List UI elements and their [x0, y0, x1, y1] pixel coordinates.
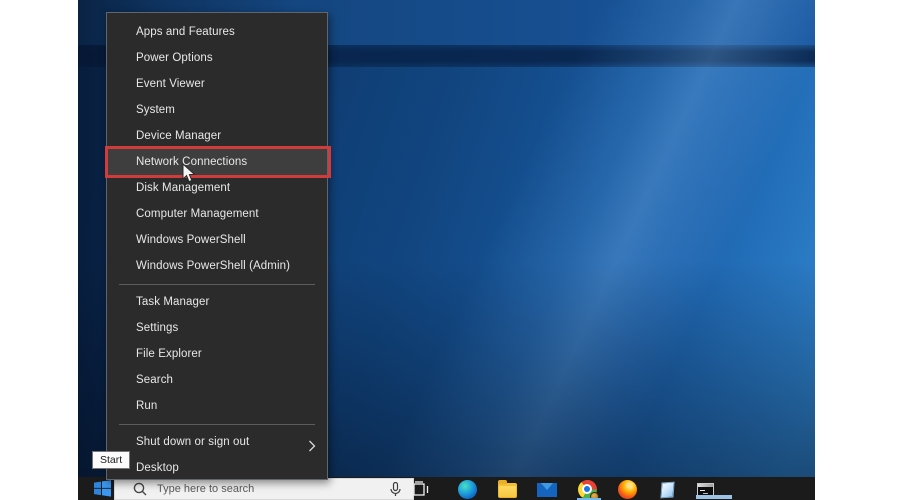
mail-button[interactable]	[537, 479, 557, 499]
menu-item-device-manager[interactable]: Device Manager	[107, 123, 327, 149]
menu-item-disk-management[interactable]: Disk Management	[107, 175, 327, 201]
mail-icon	[537, 483, 557, 497]
screen: Start Apps and Features Power Options Ev…	[0, 0, 900, 500]
menu-item-windows-powershell[interactable]: Windows PowerShell	[107, 227, 327, 253]
menu-item-computer-management[interactable]: Computer Management	[107, 201, 327, 227]
menu-item-shut-down-or-sign-out[interactable]: Shut down or sign out	[107, 429, 327, 455]
notepad-button[interactable]	[657, 479, 677, 499]
file-explorer-button[interactable]	[497, 479, 517, 499]
menu-item-windows-powershell-admin[interactable]: Windows PowerShell (Admin)	[107, 253, 327, 279]
task-view-button[interactable]	[409, 479, 429, 499]
edge-icon	[457, 479, 477, 499]
windows-logo-icon	[93, 480, 111, 497]
menu-item-desktop[interactable]: Desktop	[107, 455, 327, 481]
microphone-icon[interactable]	[390, 481, 401, 497]
menu-item-network-connections[interactable]: Network Connections	[107, 149, 327, 175]
menu-item-system[interactable]: System	[107, 97, 327, 123]
start-tooltip: Start	[92, 451, 131, 469]
menu-item-apps-and-features[interactable]: Apps and Features	[107, 19, 327, 45]
menu-item-power-options[interactable]: Power Options	[107, 45, 327, 71]
start-button[interactable]	[90, 479, 114, 498]
file-explorer-icon	[497, 480, 517, 498]
menu-separator	[119, 284, 315, 285]
menu-item-event-viewer[interactable]: Event Viewer	[107, 71, 327, 97]
menu-item-run[interactable]: Run	[107, 393, 327, 419]
notepad-icon	[659, 481, 675, 498]
edge-button[interactable]	[457, 479, 477, 499]
menu-separator	[119, 424, 315, 425]
menu-item-settings[interactable]: Settings	[107, 315, 327, 341]
winx-menu: Apps and Features Power Options Event Vi…	[106, 12, 328, 480]
firefox-icon	[617, 479, 637, 499]
command-prompt-active-indicator	[696, 495, 732, 499]
firefox-button[interactable]	[617, 479, 637, 499]
search-icon	[133, 482, 147, 496]
chrome-button[interactable]	[577, 479, 599, 500]
taskbar-search-box[interactable]	[114, 478, 414, 500]
mouse-cursor-icon	[182, 162, 197, 189]
search-input[interactable]	[157, 483, 390, 495]
menu-item-file-explorer[interactable]: File Explorer	[107, 341, 327, 367]
task-view-icon	[409, 480, 429, 496]
menu-item-task-manager[interactable]: Task Manager	[107, 289, 327, 315]
chrome-icon	[577, 479, 599, 500]
menu-item-label: Shut down or sign out	[136, 436, 250, 448]
menu-item-search[interactable]: Search	[107, 367, 327, 393]
